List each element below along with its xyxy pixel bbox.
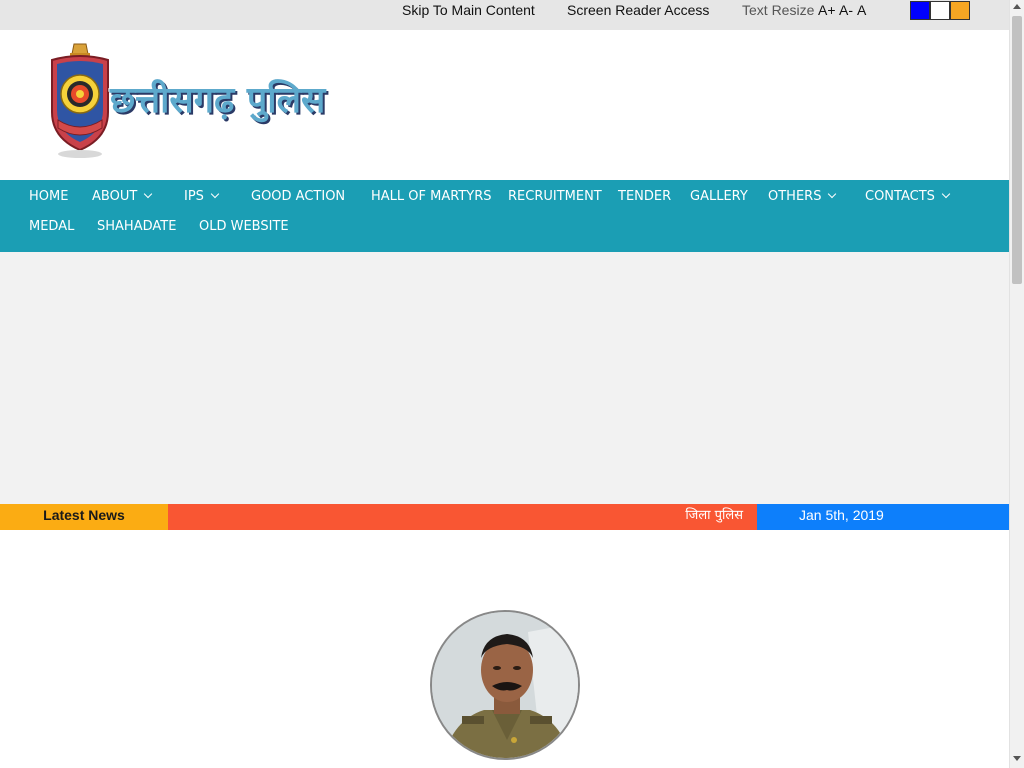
officer-portrait-icon <box>432 612 578 758</box>
nav-item-label: TENDER <box>618 189 672 204</box>
nav-item-label: GALLERY <box>690 189 748 204</box>
chevron-down-icon <box>144 189 153 199</box>
nav-item-others[interactable]: OTHERS <box>768 189 837 205</box>
latest-news-ticker: Latest News जिला पुलिस Jan 5th, 2019 <box>0 504 1009 530</box>
nav-item-label: MEDAL <box>29 219 75 234</box>
nav-item-recruitment[interactable]: RECRUITMENT <box>508 189 602 205</box>
top-utility-bar: Skip To Main Content Screen Reader Acces… <box>0 0 1009 30</box>
nav-item-shahadate[interactable]: SHAHADATE <box>97 219 176 235</box>
chevron-down-icon <box>941 189 951 199</box>
main-nav: HOME ABOUT IPS GOOD ACTION HALL OF MARTY… <box>0 180 1009 252</box>
nav-item-gallery[interactable]: GALLERY <box>690 189 748 205</box>
skip-to-main-content-link[interactable]: Skip To Main Content <box>402 2 535 18</box>
nav-item-label: HALL OF MARTYRS <box>371 189 492 204</box>
nav-item-label: SHAHADATE <box>97 219 177 234</box>
news-date: Jan 5th, 2019 <box>757 504 1009 530</box>
nav-item-about[interactable]: ABOUT <box>92 189 153 205</box>
scroll-down-arrow-icon[interactable] <box>1013 756 1021 761</box>
nav-item-label: CONTACTS <box>865 189 935 204</box>
orange-theme-button[interactable] <box>950 1 970 20</box>
nav-item-old-website[interactable]: OLD WEBSITE <box>199 219 289 235</box>
white-theme-button[interactable] <box>930 1 950 20</box>
nav-item-label: OTHERS <box>768 189 822 204</box>
nav-item-label: OLD WEBSITE <box>199 219 289 234</box>
blue-theme-button[interactable] <box>910 1 930 20</box>
nav-item-label: HOME <box>29 189 69 204</box>
nav-item-label: ABOUT <box>92 189 138 204</box>
nav-item-label: GOOD ACTION <box>251 189 346 204</box>
vertical-scrollbar[interactable] <box>1009 0 1024 768</box>
chevron-down-icon <box>828 189 837 199</box>
nav-item-home[interactable]: HOME <box>29 189 68 205</box>
nav-item-contacts[interactable]: CONTACTS <box>865 189 951 205</box>
site-header: छत्तीसगढ़ पुलिस <box>0 30 1009 180</box>
banner-slider <box>0 252 1009 504</box>
scrollbar-thumb[interactable] <box>1012 16 1022 284</box>
news-marquee: जिला पुलिस <box>168 504 757 530</box>
nav-item-ips[interactable]: IPS <box>184 189 220 205</box>
chevron-down-icon <box>210 189 220 199</box>
police-emblem-icon[interactable] <box>48 42 112 160</box>
text-normal-button[interactable]: A <box>857 2 866 18</box>
latest-news-label: Latest News <box>0 504 168 530</box>
text-resize-label: Text Resize <box>742 2 815 18</box>
nav-item-label: RECRUITMENT <box>508 189 602 204</box>
screen-reader-access-link[interactable]: Screen Reader Access <box>567 2 709 18</box>
nav-item-medal[interactable]: MEDAL <box>29 219 74 235</box>
scroll-up-arrow-icon[interactable] <box>1013 4 1021 9</box>
nav-item-good-action[interactable]: GOOD ACTION <box>251 189 345 205</box>
text-decrease-button[interactable]: A- <box>839 2 853 18</box>
nav-item-label: IPS <box>184 189 204 204</box>
nav-item-tender[interactable]: TENDER <box>618 189 671 205</box>
officer-profile-photo[interactable] <box>430 610 580 760</box>
site-logo-text[interactable]: छत्तीसगढ़ पुलिस <box>110 78 325 122</box>
text-increase-button[interactable]: A+ <box>818 2 836 18</box>
news-item-link[interactable]: जिला पुलिस <box>685 507 743 525</box>
nav-item-hall-of-martyrs[interactable]: HALL OF MARTYRS <box>371 189 492 205</box>
